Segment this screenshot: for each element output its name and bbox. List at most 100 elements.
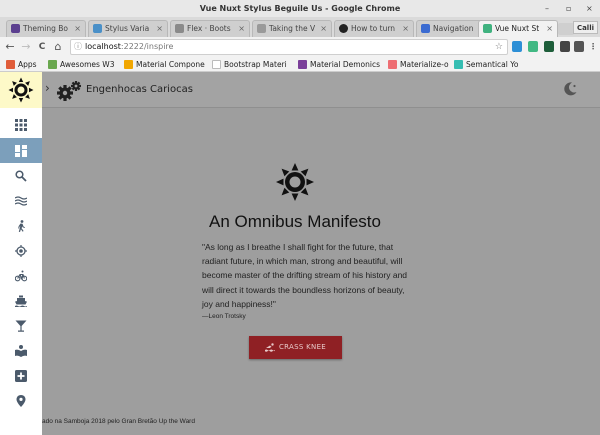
- browser-tab[interactable]: How to turn ×: [334, 20, 414, 37]
- sidebar-item-waves[interactable]: [0, 188, 42, 213]
- bookmark-star-icon[interactable]: ☆: [495, 40, 503, 54]
- menu-icon[interactable]: ⋮: [588, 41, 598, 52]
- forward-button[interactable]: →: [20, 39, 32, 55]
- page-favicon-icon: [257, 24, 266, 33]
- app-toolbar: › Engenhocas Cariocas: [42, 72, 600, 108]
- bookmark-bootstrap-material[interactable]: Bootstrap Materi: [212, 58, 287, 71]
- bookmark-semantical[interactable]: Semantical Yo: [454, 58, 518, 71]
- github-favicon-icon: [339, 24, 348, 33]
- tab-label: Flex · Boots: [187, 24, 231, 33]
- sidebar-item-ferry[interactable]: [0, 288, 42, 313]
- tab-label: Theming Bo: [23, 24, 68, 33]
- bookmarks-bar: Apps Awesomes W3 Material Compone Bootst…: [0, 57, 600, 72]
- sidebar-item-place[interactable]: [0, 388, 42, 413]
- cookie-icon[interactable]: [560, 41, 570, 52]
- window-title: Vue Nuxt Stylus Beguile Us - Google Chro…: [199, 4, 401, 13]
- sidebar-item-dashboard[interactable]: [0, 138, 42, 163]
- minimize-button[interactable]: –: [545, 0, 549, 17]
- close-tab-icon[interactable]: ×: [546, 21, 553, 36]
- tab-label: Taking the V: [269, 24, 316, 33]
- shield-icon[interactable]: [574, 41, 584, 52]
- cta-label: CRASS KNEE: [278, 343, 327, 351]
- tab-label: Vue Nuxt St: [495, 24, 540, 33]
- close-tab-icon[interactable]: ×: [74, 21, 81, 36]
- app-viewport: › Engenhocas Cariocas An Omnibus Manifes…: [0, 72, 600, 435]
- browser-tab[interactable]: Flex · Boots ×: [170, 20, 250, 37]
- gears-icon: [57, 81, 81, 101]
- sidebar-item-walk[interactable]: [0, 213, 42, 238]
- bookmark-label: Materialize-o: [400, 60, 449, 69]
- url-host: localhost: [85, 42, 121, 51]
- browser-tab[interactable]: Taking the V ×: [252, 20, 332, 37]
- bookmark-material-components[interactable]: Material Compone: [124, 58, 205, 71]
- nuxt-icon[interactable]: [528, 41, 538, 52]
- materialize-icon: [388, 60, 397, 69]
- bookmark-label: Apps: [18, 60, 37, 69]
- manifesto-quote: "As long as I breathe I shall fight for …: [202, 242, 408, 309]
- chevron-right-icon[interactable]: ›: [45, 81, 50, 95]
- bookmark-label: Semantical Yo: [466, 60, 519, 69]
- book-icon: [15, 345, 27, 357]
- home-button[interactable]: ⌂: [52, 39, 64, 55]
- close-tab-icon[interactable]: ×: [238, 21, 245, 36]
- stylus-favicon-icon: [93, 24, 102, 33]
- page-headline: An Omnibus Manifesto: [209, 212, 381, 231]
- url-path: :2222/inspire: [120, 42, 174, 51]
- browser-tab[interactable]: Theming Bo ×: [6, 20, 86, 37]
- new-tab-button[interactable]: [558, 23, 574, 35]
- sidebar-item-bar[interactable]: [0, 313, 42, 338]
- dashboard-icon: [15, 145, 27, 157]
- bicycle-icon: [15, 270, 27, 282]
- crass-knee-button[interactable]: CRASS KNEE: [249, 336, 342, 359]
- bookmark-materialize[interactable]: Materialize-o: [388, 58, 449, 71]
- browser-tab-active[interactable]: Vue Nuxt St ×: [478, 20, 558, 37]
- apps-grid-icon: [6, 60, 15, 69]
- close-window-button[interactable]: ×: [586, 0, 593, 17]
- window-title-bar: Vue Nuxt Stylus Beguile Us - Google Chro…: [0, 0, 600, 17]
- main-content-overlay[interactable]: › Engenhocas Cariocas An Omnibus Manifes…: [42, 72, 600, 435]
- back-button[interactable]: ←: [4, 39, 16, 55]
- bookmark-label: Bootstrap Materi: [224, 60, 287, 69]
- vue-devtools-icon[interactable]: [512, 41, 522, 52]
- footer-text: ado na Samboja 2018 pelo Gran Bretão Up …: [42, 418, 195, 425]
- semantic-ui-icon: [454, 60, 463, 69]
- sidebar-item-add[interactable]: [0, 363, 42, 388]
- sun-icon: [276, 163, 314, 201]
- sidebar-item-target[interactable]: [0, 238, 42, 263]
- maximize-button[interactable]: ▫: [566, 0, 571, 17]
- sidebar-item-apps[interactable]: [0, 112, 42, 137]
- bookmark-material-demonics[interactable]: Material Demonics: [298, 58, 380, 71]
- bookmark-awesomes[interactable]: Awesomes W3: [48, 58, 114, 71]
- tab-label: How to turn: [351, 24, 396, 33]
- ferry-icon: [15, 295, 27, 307]
- bookmark-favicon-icon: [48, 60, 57, 69]
- logo[interactable]: [0, 72, 42, 108]
- bookmark-label: Awesomes W3: [60, 60, 115, 69]
- nav-drawer: [0, 72, 42, 435]
- nuxt-favicon-icon: [483, 24, 492, 33]
- bookmark-label: Material Demonics: [310, 60, 381, 69]
- toolbar-title: Engenhocas Cariocas: [86, 84, 193, 95]
- cocktail-icon: [15, 320, 27, 332]
- sidebar-item-bike[interactable]: [0, 263, 42, 288]
- page-favicon-icon: [175, 24, 184, 33]
- close-tab-icon[interactable]: ×: [402, 21, 409, 36]
- moon-star-icon[interactable]: [562, 81, 578, 97]
- info-icon[interactable]: ⓘ: [74, 40, 82, 54]
- vuetify-favicon-icon: [421, 24, 430, 33]
- sidebar-item-library[interactable]: [0, 338, 42, 363]
- url-input[interactable]: ⓘ localhost:2222/inspire ☆: [70, 39, 508, 55]
- bookmark-label: Material Compone: [136, 60, 205, 69]
- sun-logo-icon: [8, 77, 34, 103]
- target-icon: [15, 245, 27, 257]
- reload-button[interactable]: C: [36, 39, 48, 55]
- mountain-icon[interactable]: [544, 41, 554, 52]
- page-icon: [212, 60, 221, 69]
- bookmark-apps[interactable]: Apps: [6, 58, 37, 71]
- profile-button[interactable]: Calli: [572, 21, 598, 34]
- walking-icon: [18, 220, 25, 232]
- close-tab-icon[interactable]: ×: [156, 21, 163, 36]
- browser-tab[interactable]: Stylus Varia ×: [88, 20, 168, 37]
- sidebar-item-search[interactable]: [0, 163, 42, 188]
- close-tab-icon[interactable]: ×: [320, 21, 327, 36]
